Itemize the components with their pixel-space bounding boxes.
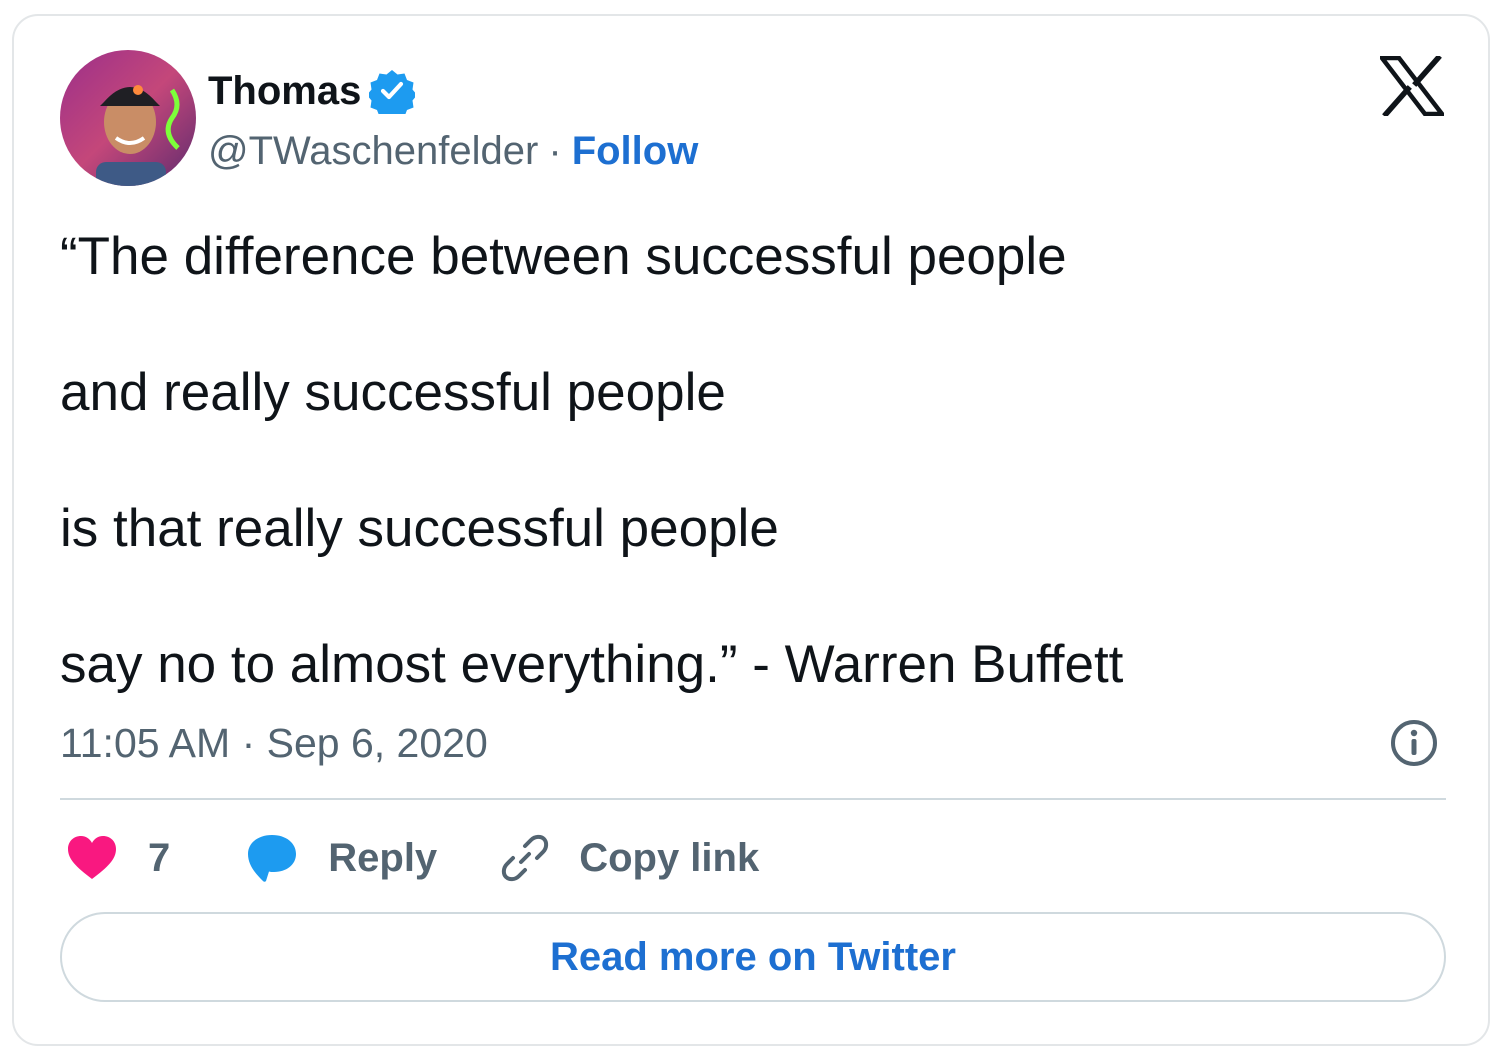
author-handle[interactable]: @TWaschenfelder	[208, 129, 538, 174]
follow-button[interactable]: Follow	[572, 129, 699, 174]
read-more-label: Read more on Twitter	[550, 934, 956, 979]
verified-badge-icon	[369, 68, 416, 114]
tweet-timestamp[interactable]: 11:05 AM · Sep 6, 2020	[60, 716, 488, 770]
like-count: 7	[148, 835, 171, 880]
tweet-card: Thomas @TWaschenfelder · Follow “The dif…	[12, 14, 1490, 1046]
divider	[60, 798, 1446, 800]
avatar[interactable]	[60, 50, 196, 186]
tweet-text-line: “The difference between successful peopl…	[60, 227, 1067, 286]
heart-icon	[68, 836, 116, 879]
action-bar: 7 Reply Copy link	[66, 828, 759, 888]
reply-bubble-icon	[248, 835, 297, 882]
author-name[interactable]: Thomas	[208, 69, 361, 114]
tweet-text-line: is that really successful people	[60, 499, 779, 558]
info-icon[interactable]	[1388, 717, 1440, 769]
tweet-text: “The difference between successful peopl…	[60, 222, 1420, 700]
tweet-text-line: say no to almost everything.” - Warren B…	[60, 635, 1124, 694]
separator-dot: ·	[548, 128, 562, 173]
author-name-row: Thomas	[208, 66, 416, 116]
author-handle-row: @TWaschenfelder · Follow	[208, 126, 698, 176]
copy-link-label: Copy link	[579, 835, 760, 880]
tweet-text-line: and really successful people	[60, 363, 726, 422]
copy-link-button[interactable]: Copy link	[501, 834, 759, 882]
like-button[interactable]: 7	[66, 835, 170, 881]
reply-label: Reply	[328, 835, 438, 880]
x-logo-icon[interactable]	[1377, 54, 1447, 118]
read-more-button[interactable]: Read more on Twitter	[60, 912, 1446, 1002]
link-icon	[502, 834, 549, 882]
reply-button[interactable]: Reply	[246, 833, 437, 883]
